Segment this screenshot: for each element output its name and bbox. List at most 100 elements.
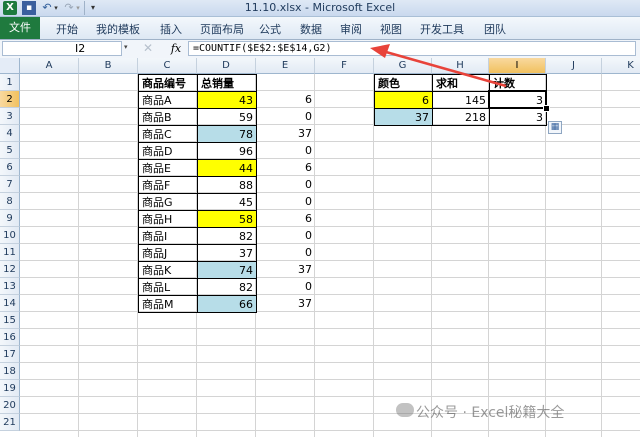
cell-item-name[interactable]: 商品H [138, 210, 198, 228]
row-header-13[interactable]: 13 [0, 278, 20, 295]
cell-color-value[interactable]: 6 [374, 91, 433, 109]
name-box[interactable]: I2 [2, 41, 122, 56]
row-header-15[interactable]: 15 [0, 312, 20, 329]
column-header-h[interactable]: H [432, 58, 489, 74]
cell-color-code[interactable]: 0 [256, 193, 315, 210]
cell-color-code[interactable]: 37 [256, 125, 315, 142]
tab-home[interactable]: 开始 [56, 21, 78, 37]
cell-item-name[interactable]: 商品K [138, 261, 198, 279]
cell-color-code[interactable]: 37 [256, 295, 315, 312]
fill-handle[interactable] [543, 105, 550, 112]
cell-color-code[interactable]: 6 [256, 159, 315, 176]
cell-sales-value[interactable]: 74 [197, 261, 257, 279]
column-header-i[interactable]: I [489, 58, 546, 74]
paste-options-icon[interactable]: ▦ [548, 121, 562, 134]
worksheet-grid[interactable]: ABCDEFGHIJK 1 2 3 4 5 6 7 8 9 10 11 12 13 14 15 16 17 18 1… [0, 58, 640, 437]
column-header-f[interactable]: F [315, 58, 374, 74]
tab-my-templates[interactable]: 我的模板 [96, 21, 140, 37]
column-header-e[interactable]: E [256, 58, 315, 74]
cell-sales-value[interactable]: 82 [197, 278, 257, 296]
cell-sales-value[interactable]: 43 [197, 91, 257, 109]
row-header-18[interactable]: 18 [0, 363, 20, 380]
column-header-d[interactable]: D [197, 58, 256, 74]
row-header-20[interactable]: 20 [0, 397, 20, 414]
column-header-k[interactable]: K [602, 58, 640, 74]
row-header-8[interactable]: 8 [0, 193, 20, 210]
column-header-a[interactable]: A [20, 58, 79, 74]
row-header-7[interactable]: 7 [0, 176, 20, 193]
tab-team[interactable]: 团队 [484, 21, 506, 37]
cell-item-name[interactable]: 商品D [138, 142, 198, 160]
cell-item-name[interactable]: 商品J [138, 244, 198, 262]
name-box-dropdown-icon[interactable]: ▾ [124, 43, 128, 51]
tab-insert[interactable]: 插入 [160, 21, 182, 37]
cell-color-code[interactable]: 0 [256, 108, 315, 125]
column-header-c[interactable]: C [138, 58, 197, 74]
cancel-icon[interactable]: ✕ [140, 41, 156, 56]
cell-item-name[interactable]: 商品L [138, 278, 198, 296]
header-cell-item-code[interactable]: 商品编号 [138, 74, 198, 92]
cell-sales-value[interactable]: 44 [197, 159, 257, 177]
cell-sales-value[interactable]: 45 [197, 193, 257, 211]
cell-sales-value[interactable]: 88 [197, 176, 257, 194]
cell-color-code[interactable]: 37 [256, 261, 315, 278]
tab-file[interactable]: 文件 [0, 17, 40, 39]
cell-item-name[interactable]: 商品E [138, 159, 198, 177]
tab-formulas[interactable]: 公式 [259, 21, 281, 37]
tab-page-layout[interactable]: 页面布局 [200, 21, 244, 37]
header-cell-sum[interactable]: 求和 [432, 74, 490, 92]
cell-sales-value[interactable]: 96 [197, 142, 257, 160]
row-header-12[interactable]: 12 [0, 261, 20, 278]
cell-color-value[interactable]: 37 [374, 108, 433, 126]
cell-item-name[interactable]: 商品B [138, 108, 198, 126]
cell-sales-value[interactable]: 59 [197, 108, 257, 126]
row-header-11[interactable]: 11 [0, 244, 20, 261]
cell-color-code[interactable]: 0 [256, 176, 315, 193]
header-cell-color[interactable]: 颜色 [374, 74, 433, 92]
cell-item-name[interactable]: 商品I [138, 227, 198, 245]
cell-sales-value[interactable]: 58 [197, 210, 257, 228]
column-header-g[interactable]: G [374, 58, 432, 74]
tab-data[interactable]: 数据 [300, 21, 322, 37]
cell-item-name[interactable]: 商品F [138, 176, 198, 194]
row-header-10[interactable]: 10 [0, 227, 20, 244]
tab-view[interactable]: 视图 [380, 21, 402, 37]
cell-sum-value[interactable]: 218 [432, 108, 490, 126]
cell-sales-value[interactable]: 66 [197, 295, 257, 313]
row-header-14[interactable]: 14 [0, 295, 20, 312]
cell-item-name[interactable]: 商品C [138, 125, 198, 143]
column-header-b[interactable]: B [79, 58, 138, 74]
cell-color-code[interactable]: 0 [256, 278, 315, 295]
cell-count-value[interactable]: 3 [489, 108, 547, 126]
header-cell-total-sales[interactable]: 总销量 [197, 74, 257, 92]
row-header-1[interactable]: 1 [0, 74, 20, 91]
cell-item-name[interactable]: 商品G [138, 193, 198, 211]
active-cell-border[interactable] [488, 90, 547, 109]
cell-item-name[interactable]: 商品M [138, 295, 198, 313]
cell-color-code[interactable]: 0 [256, 244, 315, 261]
tab-review[interactable]: 审阅 [340, 21, 362, 37]
cell-color-code[interactable]: 0 [256, 227, 315, 244]
row-header-16[interactable]: 16 [0, 329, 20, 346]
cell-color-code[interactable]: 0 [256, 142, 315, 159]
row-header-19[interactable]: 19 [0, 380, 20, 397]
row-header-21[interactable]: 21 [0, 414, 20, 431]
insert-function-icon[interactable]: fx [168, 41, 184, 56]
cell-sales-value[interactable]: 82 [197, 227, 257, 245]
cell-sales-value[interactable]: 37 [197, 244, 257, 262]
column-header-j[interactable]: J [546, 58, 602, 74]
row-header-17[interactable]: 17 [0, 346, 20, 363]
row-header-5[interactable]: 5 [0, 142, 20, 159]
select-all-corner[interactable] [0, 58, 20, 74]
cell-sales-value[interactable]: 78 [197, 125, 257, 143]
row-header-9[interactable]: 9 [0, 210, 20, 227]
row-header-4[interactable]: 4 [0, 125, 20, 142]
row-header-3[interactable]: 3 [0, 108, 20, 125]
tab-developer[interactable]: 开发工具 [420, 21, 464, 37]
cell-sum-value[interactable]: 145 [432, 91, 490, 109]
row-header-6[interactable]: 6 [0, 159, 20, 176]
formula-input[interactable]: =COUNTIF($E$2:$E$14,G2) [188, 41, 636, 56]
cell-color-code[interactable]: 6 [256, 210, 315, 227]
row-header-2[interactable]: 2 [0, 91, 20, 108]
cell-item-name[interactable]: 商品A [138, 91, 198, 109]
